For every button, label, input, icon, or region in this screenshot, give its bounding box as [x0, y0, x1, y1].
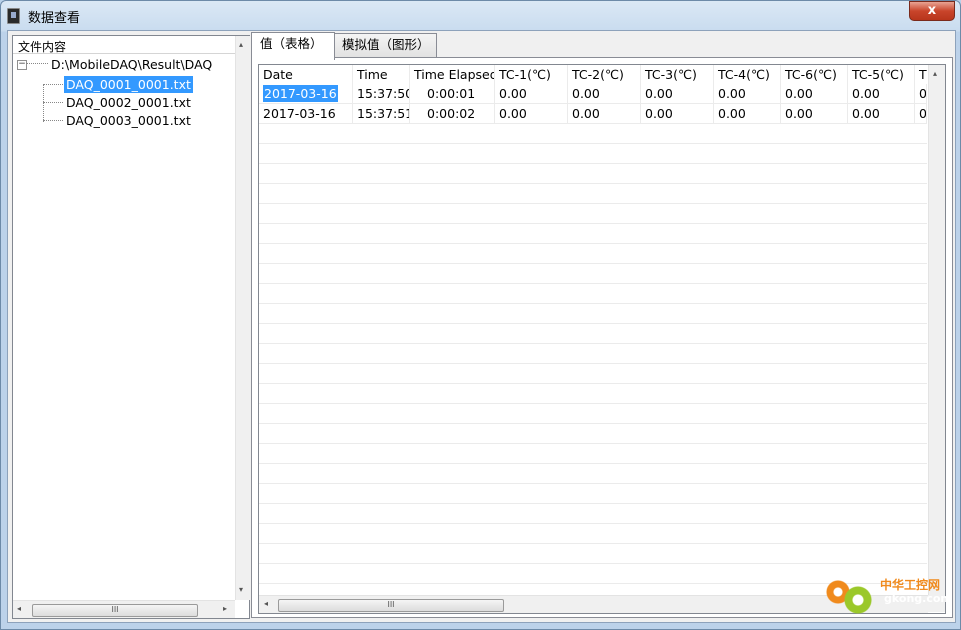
tree-item-file[interactable]: DAQ_0003_0001.txt [64, 112, 193, 129]
grid-vertical-scrollbar[interactable]: ▴ [928, 65, 945, 595]
table-row [259, 364, 927, 384]
table-cell[interactable]: 0:00:01 [410, 84, 495, 103]
column-header[interactable]: TC-4(℃) [714, 65, 781, 84]
watermark-line1: 中华工控网 [880, 578, 941, 592]
table-row [259, 484, 927, 504]
table-row [259, 404, 927, 424]
table-cell[interactable]: 0.00 [848, 104, 915, 123]
table-row [259, 324, 927, 344]
table-cell[interactable]: 0.00 [781, 84, 848, 103]
table-row[interactable]: 2017-03-16 15:37:51 0:00:02 0.00 0.00 0.… [259, 104, 927, 124]
table-row [259, 424, 927, 444]
tab-table-values[interactable]: 值（表格） [251, 32, 335, 60]
selected-cell-text: 2017-03-16 [263, 85, 338, 102]
table-cell[interactable]: 0 [915, 84, 927, 103]
green-gear-icon [844, 586, 872, 614]
column-header[interactable]: Time [353, 65, 410, 84]
table-cell[interactable]: 0.00 [495, 84, 568, 103]
table-row [259, 184, 927, 204]
table-cell[interactable]: 0.00 [714, 104, 781, 123]
column-header[interactable]: TC-6(℃) [781, 65, 848, 84]
table-row [259, 464, 927, 484]
column-header[interactable]: Time Elapsed [410, 65, 495, 84]
table-row [259, 504, 927, 524]
tree-item-file[interactable]: DAQ_0002_0001.txt [64, 94, 193, 111]
table-cell[interactable]: 0.00 [641, 104, 714, 123]
grid-rows: 2017-03-16 15:37:50 0:00:01 0.00 0.00 0.… [259, 84, 927, 613]
column-header[interactable]: Date [259, 65, 353, 84]
scroll-up-icon[interactable]: ▴ [933, 69, 937, 78]
table-row [259, 124, 927, 144]
tree-connector [26, 63, 48, 64]
table-row [259, 204, 927, 224]
column-header[interactable]: TC-5(℃) [848, 65, 915, 84]
scroll-right-icon[interactable]: ▸ [223, 604, 227, 613]
column-header[interactable]: TC-1(℃) [495, 65, 568, 84]
table-row [259, 244, 927, 264]
tree-header: 文件内容 [13, 36, 235, 54]
window-title: 数据查看 [28, 11, 81, 26]
tree-connector [43, 84, 63, 85]
table-cell[interactable]: 0.00 [714, 84, 781, 103]
table-row [259, 144, 927, 164]
data-grid[interactable]: Date Time Time Elapsed TC-1(℃) TC-2(℃) T… [258, 64, 946, 614]
tree-item-file[interactable]: DAQ_0001_0001.txt [64, 76, 193, 93]
table-cell[interactable]: 15:37:51 [353, 104, 410, 123]
table-row [259, 384, 927, 404]
tab-graph-values[interactable]: 模拟值（图形） [333, 33, 437, 58]
scroll-left-icon[interactable]: ◂ [17, 604, 21, 613]
watermark: 中华工控网 gkong.com [826, 574, 952, 614]
table-cell[interactable]: 0.00 [641, 84, 714, 103]
tree-connector [43, 120, 63, 121]
table-cell[interactable]: 0.00 [848, 84, 915, 103]
tree-horizontal-scrollbar[interactable]: ◂ III ▸ [13, 600, 235, 618]
app-icon [7, 8, 20, 24]
table-row [259, 544, 927, 564]
column-header[interactable]: TC-2(℃) [568, 65, 641, 84]
table-row [259, 524, 927, 544]
table-row [259, 264, 927, 284]
scroll-left-icon[interactable]: ◂ [264, 599, 268, 608]
table-cell[interactable]: 0.00 [781, 104, 848, 123]
scroll-down-icon[interactable]: ▾ [239, 585, 243, 594]
tree-vertical-scrollbar[interactable]: ▴ ▾ [235, 36, 250, 600]
table-cell[interactable]: 0 [915, 104, 927, 123]
scroll-thumb[interactable]: III [32, 604, 198, 617]
tab-page: Date Time Time Elapsed TC-1(℃) TC-2(℃) T… [251, 57, 953, 618]
tree-connector [43, 84, 44, 122]
table-cell[interactable]: 2017-03-16 [259, 104, 353, 123]
tree-root-folder[interactable]: D:\MobileDAQ\Result\DAQ [51, 57, 212, 72]
table-row [259, 284, 927, 304]
table-cell[interactable]: 0.00 [568, 84, 641, 103]
table-cell[interactable]: 0:00:02 [410, 104, 495, 123]
collapse-icon[interactable]: − [17, 60, 27, 70]
scroll-thumb[interactable]: III [278, 599, 504, 612]
table-row [259, 224, 927, 244]
table-row[interactable]: 2017-03-16 15:37:50 0:00:01 0.00 0.00 0.… [259, 84, 927, 104]
title-bar[interactable]: 数据查看 x [0, 0, 961, 30]
grid-header: Date Time Time Elapsed TC-1(℃) TC-2(℃) T… [259, 65, 931, 84]
table-cell[interactable]: 0.00 [568, 104, 641, 123]
scroll-up-icon[interactable]: ▴ [239, 40, 243, 49]
table-row [259, 164, 927, 184]
file-tree-panel: 文件内容 − D:\MobileDAQ\Result\DAQ DAQ_0001_… [12, 35, 250, 619]
table-cell[interactable]: 0.00 [495, 104, 568, 123]
tree-header-label: 文件内容 [18, 40, 67, 54]
table-row [259, 444, 927, 464]
watermark-line2: gkong.com [884, 592, 952, 605]
close-button[interactable]: x [909, 1, 955, 21]
table-cell[interactable]: 2017-03-16 [259, 84, 353, 103]
table-cell[interactable]: 15:37:50 [353, 84, 410, 103]
tree-connector [43, 102, 63, 103]
table-row [259, 304, 927, 324]
table-row [259, 344, 927, 364]
client-area: 文件内容 − D:\MobileDAQ\Result\DAQ DAQ_0001_… [7, 30, 956, 623]
column-header[interactable]: TC-3(℃) [641, 65, 714, 84]
